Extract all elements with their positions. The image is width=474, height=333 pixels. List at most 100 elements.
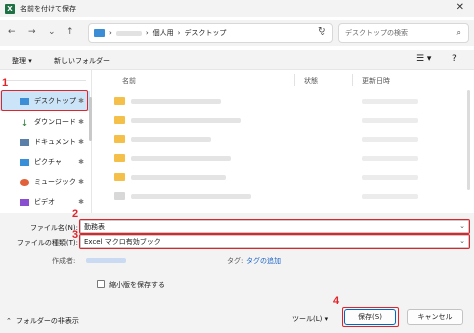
author-label: 作成者: xyxy=(52,257,76,265)
file-list-scrollbar[interactable] xyxy=(467,90,470,190)
save-button[interactable]: 保存(S) xyxy=(344,309,396,325)
file-row[interactable] xyxy=(94,187,466,205)
nav-item-label: ピクチャ xyxy=(34,158,62,166)
redacted-crumb xyxy=(115,30,142,36)
redacted-file-name xyxy=(131,99,221,104)
nav-item-pictures[interactable]: ピクチャ ✱ xyxy=(0,152,90,172)
up-arrow-icon[interactable]: ↑ xyxy=(66,27,74,37)
cancel-button[interactable]: キャンセル xyxy=(407,309,463,325)
address-row: ← → ⌄ ↑ › › 個人用 › デスクトップ ⌄ ↻ デスクトップの検索 ⌕ xyxy=(0,20,474,46)
organize-button[interactable]: 整理 ▾ xyxy=(12,56,32,66)
address-bar[interactable]: › › 個人用 › デスクトップ ⌄ xyxy=(88,23,333,43)
folder-icon xyxy=(114,135,125,143)
refresh-icon[interactable]: ↻ xyxy=(318,26,326,36)
file-row[interactable] xyxy=(94,111,466,129)
breadcrumb-separator: › xyxy=(177,29,181,37)
add-tag-link[interactable]: タグの追加 xyxy=(246,256,281,266)
redacted-date xyxy=(362,156,418,161)
column-header-modified[interactable]: 更新日時 xyxy=(362,76,390,86)
folder-icon xyxy=(114,154,125,162)
file-row[interactable] xyxy=(94,168,466,186)
chevron-down-icon[interactable]: ⌄ xyxy=(459,237,465,245)
filetype-select[interactable]: Excel マクロ有効ブック ⌄ xyxy=(80,235,469,248)
cancel-label: キャンセル xyxy=(417,313,453,321)
navigation-pane: デスクトップ ✱ ↓ ダウンロード ✱ ドキュメント ✱ ピクチャ ✱ ミュージ… xyxy=(0,70,92,213)
music-icon xyxy=(20,178,29,186)
file-icon xyxy=(114,192,125,200)
folder-icon xyxy=(114,116,125,124)
back-arrow-icon[interactable]: ← xyxy=(8,27,16,37)
pin-icon: ✱ xyxy=(78,198,84,206)
nav-item-documents[interactable]: ドキュメント ✱ xyxy=(0,132,90,152)
column-header-status[interactable]: 状態 xyxy=(304,76,318,86)
redacted-file-name xyxy=(131,156,231,161)
tools-button[interactable]: ツール(L) ▾ xyxy=(292,314,328,324)
title-bar: X 名前を付けて保存 ✕ xyxy=(0,0,474,17)
pin-icon: ✱ xyxy=(78,158,84,166)
filename-label: ファイル名(N): xyxy=(29,224,78,232)
column-divider xyxy=(294,74,295,86)
column-header-name[interactable]: 名前 xyxy=(122,76,136,86)
command-bar: 整理 ▾ 新しいフォルダー ☰ ▾ ? xyxy=(0,50,474,70)
nav-item-music[interactable]: ミュージック ✱ xyxy=(0,172,90,192)
step-number-4: 4 xyxy=(333,295,340,307)
nav-item-label: ビデオ xyxy=(34,198,55,206)
file-row[interactable] xyxy=(94,130,466,148)
view-options-icon[interactable]: ☰ ▾ xyxy=(416,54,431,64)
save-label: 保存(S) xyxy=(358,313,382,321)
help-icon[interactable]: ? xyxy=(452,54,457,64)
nav-item-desktop[interactable]: デスクトップ ✱ xyxy=(0,91,90,111)
thumbnail-checkbox[interactable] xyxy=(97,280,105,288)
file-row[interactable] xyxy=(94,92,466,110)
file-row[interactable] xyxy=(94,149,466,167)
video-icon xyxy=(20,198,29,206)
nav-item-label: デスクトップ xyxy=(34,97,76,105)
search-icon: ⌕ xyxy=(456,28,461,37)
redacted-file-name xyxy=(131,118,241,123)
tools-label: ツール(L) xyxy=(292,315,323,323)
pin-icon: ✱ xyxy=(78,118,84,126)
redacted-date xyxy=(362,99,418,104)
recent-chevron-icon[interactable]: ⌄ xyxy=(48,27,56,37)
chevron-up-icon: ⌃ xyxy=(6,317,12,325)
redacted-file-name xyxy=(131,194,251,199)
redacted-file-name xyxy=(131,137,211,142)
hide-folders-label: フォルダーの非表示 xyxy=(15,317,79,325)
redacted-date xyxy=(362,175,418,180)
search-input[interactable]: デスクトップの検索 ⌕ xyxy=(338,23,469,43)
pin-icon: ✱ xyxy=(78,97,84,105)
close-icon[interactable]: ✕ xyxy=(456,2,464,13)
forward-arrow-icon[interactable]: → xyxy=(28,27,36,37)
breadcrumb-desktop[interactable]: デスクトップ xyxy=(184,28,226,38)
filename-value: 勤務表 xyxy=(84,222,105,231)
redacted-author[interactable] xyxy=(86,258,126,263)
breadcrumb-personal[interactable]: 個人用 xyxy=(153,28,174,38)
pin-icon: ✱ xyxy=(78,138,84,146)
redacted-date xyxy=(362,118,418,123)
column-divider xyxy=(352,74,353,86)
nav-item-downloads[interactable]: ↓ ダウンロード ✱ xyxy=(0,112,90,132)
save-as-dialog: X 名前を付けて保存 ✕ ← → ⌄ ↑ › › 個人用 › デスクトップ ⌄ … xyxy=(0,0,474,333)
nav-item-label: ドキュメント xyxy=(34,138,76,146)
picture-icon xyxy=(20,158,29,166)
folder-icon xyxy=(94,29,105,37)
search-placeholder: デスクトップの検索 xyxy=(345,29,408,37)
hide-folders-toggle[interactable]: ⌃ フォルダーの非表示 xyxy=(6,316,79,326)
desktop-icon xyxy=(20,97,29,105)
breadcrumb-separator: › xyxy=(145,29,149,37)
redacted-file-name xyxy=(131,175,226,180)
breadcrumb-separator: › xyxy=(109,29,112,37)
new-folder-button[interactable]: 新しいフォルダー xyxy=(54,56,110,66)
redacted-date xyxy=(362,194,418,199)
thumbnail-label: 縮小版を保存する xyxy=(109,281,165,289)
chevron-down-icon[interactable]: ⌄ xyxy=(459,222,465,230)
pin-icon: ✱ xyxy=(78,178,84,186)
filetype-value: Excel マクロ有効ブック xyxy=(84,237,161,246)
step-number-2: 2 xyxy=(72,208,79,220)
dialog-title: 名前を付けて保存 xyxy=(20,4,76,13)
download-icon: ↓ xyxy=(20,118,29,129)
divider xyxy=(6,80,86,81)
tags-label: タグ: xyxy=(227,257,244,265)
nav-scrollbar[interactable] xyxy=(89,97,92,141)
filename-input[interactable]: 勤務表 ⌄ xyxy=(80,220,469,233)
